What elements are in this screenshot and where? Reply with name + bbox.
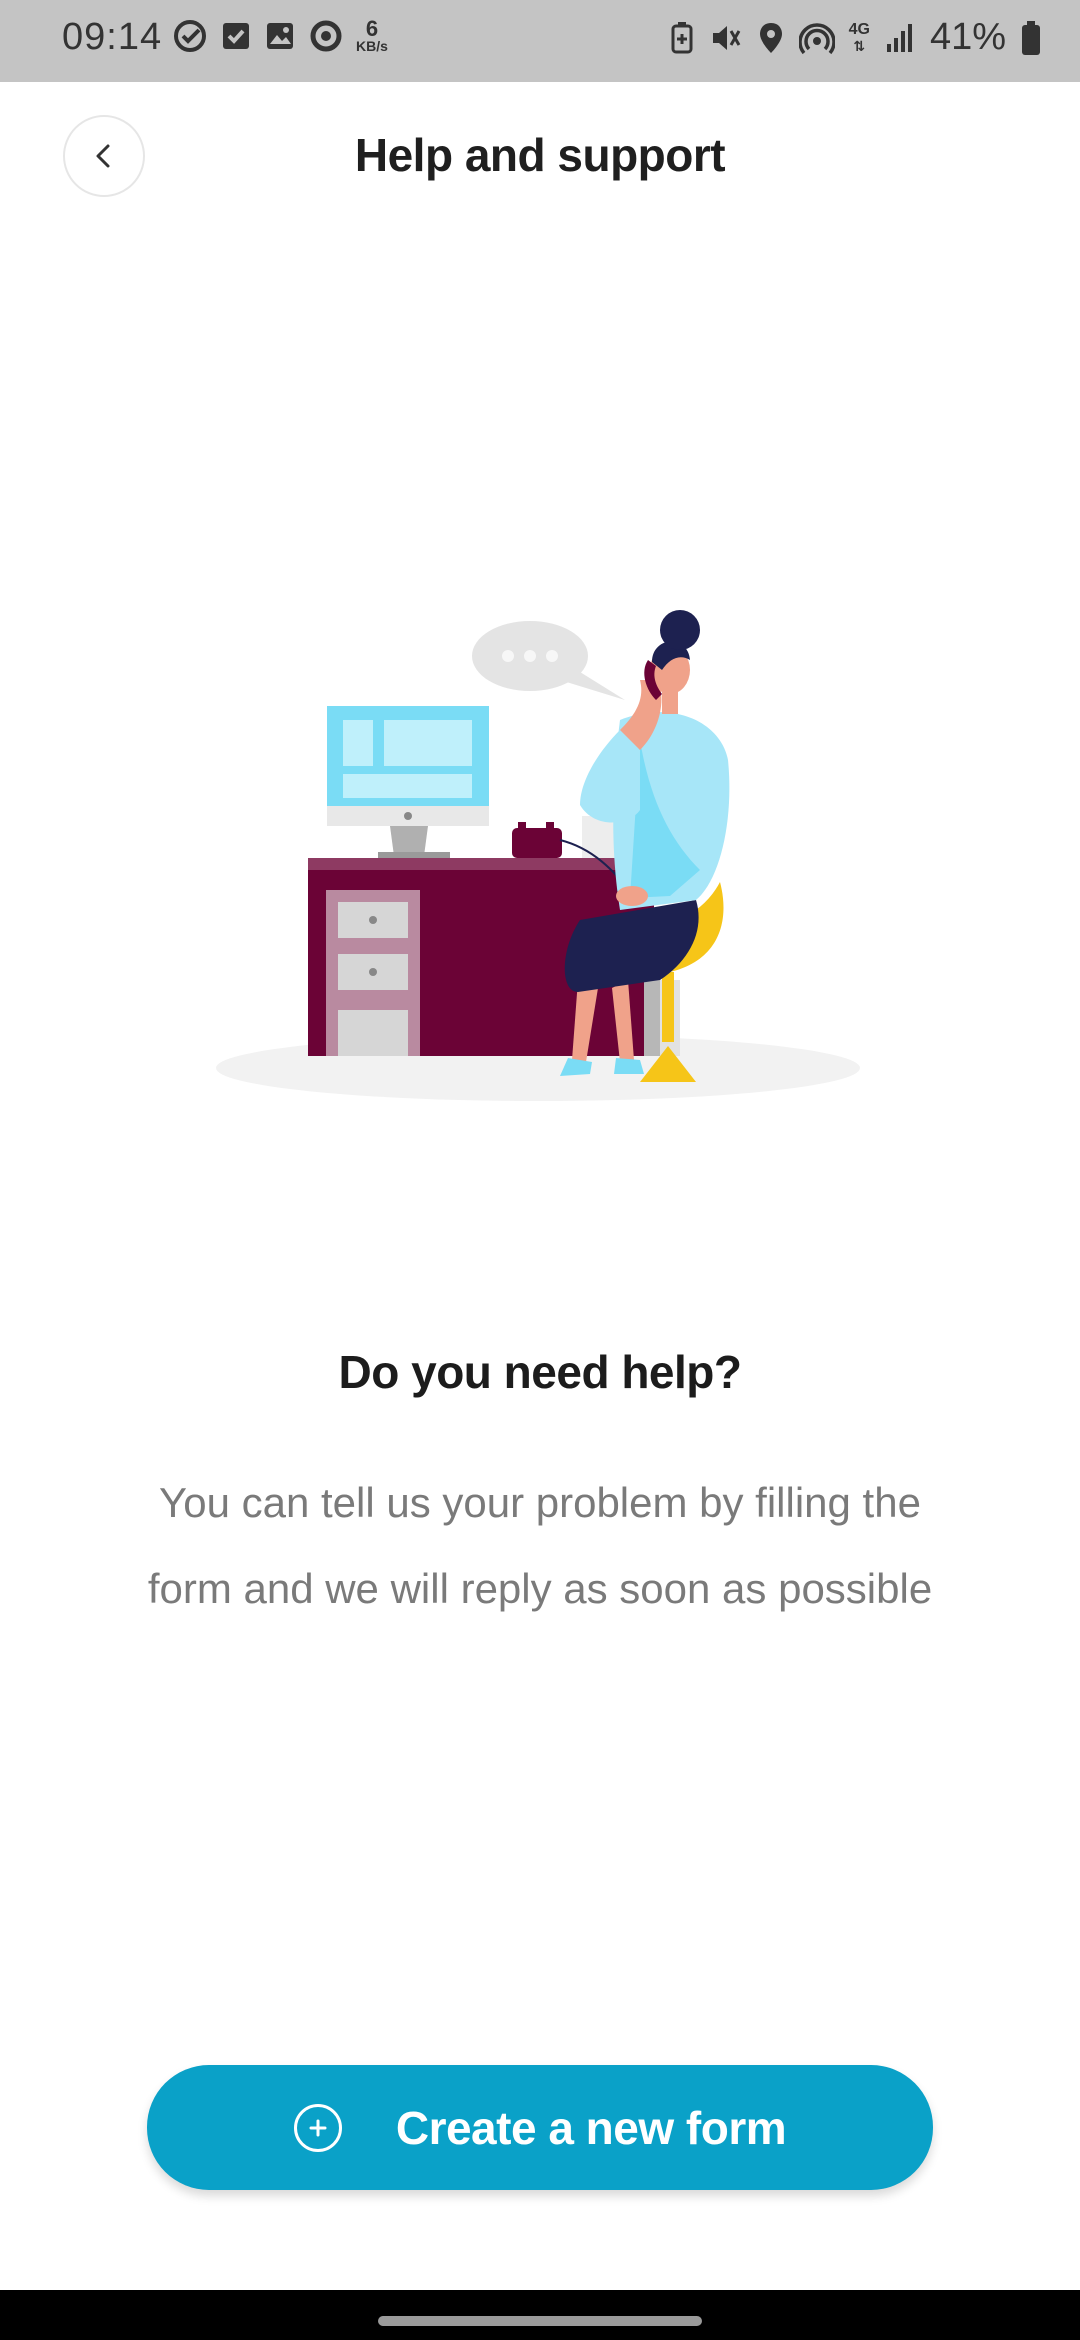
hotspot-icon bbox=[798, 22, 835, 54]
speech-bubble bbox=[472, 621, 625, 700]
help-heading: Do you need help? bbox=[338, 1346, 742, 1398]
status-bar: 09:14 6 KB/s 4G ⇅ 41% bbox=[0, 0, 1080, 82]
network-4g-icon: 4G ⇅ bbox=[848, 20, 870, 54]
home-indicator[interactable] bbox=[378, 2316, 702, 2326]
create-form-button[interactable]: Create a new form bbox=[147, 2065, 933, 2190]
battery-percent: 41% bbox=[929, 16, 1006, 58]
monitor bbox=[327, 706, 489, 860]
network-type-label: 4G bbox=[848, 20, 870, 38]
plus-circle-icon bbox=[293, 2103, 342, 2152]
system-nav-bar bbox=[0, 2290, 1080, 2340]
net-speed: 6 KB/s bbox=[356, 16, 388, 54]
data-arrows: ⇅ bbox=[853, 37, 866, 54]
sync-icon bbox=[310, 20, 342, 52]
net-speed-value: 6 bbox=[365, 16, 379, 41]
gallery-icon bbox=[267, 23, 293, 49]
status-time: 09:14 bbox=[62, 16, 163, 58]
mute-icon bbox=[712, 25, 740, 50]
location-icon bbox=[759, 22, 782, 53]
task-done-icon bbox=[174, 20, 206, 52]
page-title: Help and support bbox=[354, 129, 726, 181]
battery-saver-icon bbox=[671, 21, 693, 53]
net-speed-unit: KB/s bbox=[356, 38, 388, 54]
support-illustration bbox=[216, 610, 860, 1101]
desk-phone bbox=[512, 822, 562, 858]
create-form-label: Create a new form bbox=[395, 2101, 787, 2154]
battery-icon bbox=[1022, 20, 1040, 55]
signal-icon bbox=[886, 23, 912, 52]
status-right-icons: 4G ⇅ 41% bbox=[669, 16, 1042, 59]
help-description: You can tell us your problem by filling … bbox=[147, 1479, 933, 1612]
checkbox-icon bbox=[223, 23, 249, 49]
status-left-icons: 6 KB/s bbox=[172, 18, 388, 54]
